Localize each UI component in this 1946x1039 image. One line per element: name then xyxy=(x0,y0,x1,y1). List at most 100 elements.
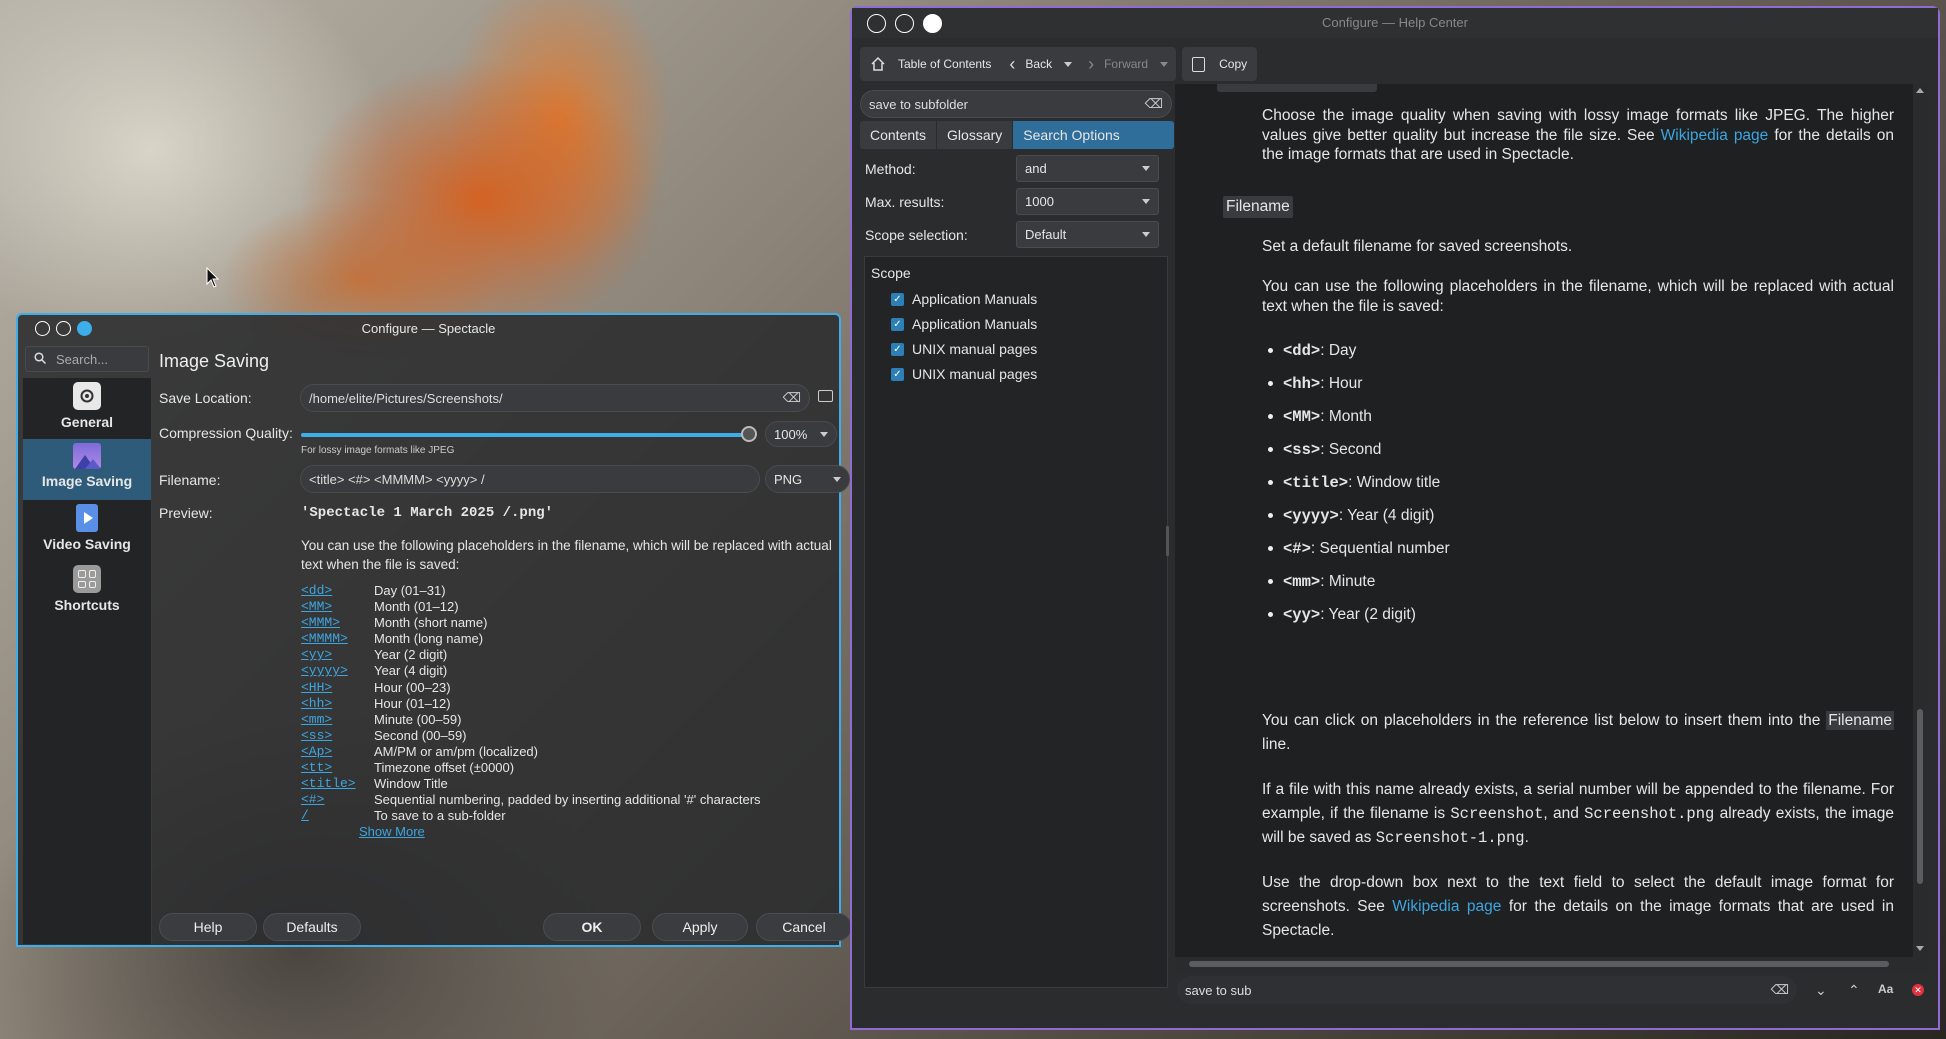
scroll-up-arrow-icon[interactable] xyxy=(1916,88,1924,93)
placeholder-row[interactable]: <#> Sequential numbering, padded by inser… xyxy=(301,792,846,808)
splitter-handle[interactable] xyxy=(1166,526,1169,556)
clear-icon[interactable]: ⌫ xyxy=(783,390,801,406)
tab-contents[interactable]: Contents xyxy=(860,121,938,149)
scope-item[interactable]: ✓ Application Manuals xyxy=(891,316,1037,332)
placeholder-key-link[interactable]: <MMM> xyxy=(301,615,374,631)
placeholder-key-link[interactable]: <yyyy> xyxy=(301,663,374,679)
filename-field[interactable]: <title> <#> <MMMM> <yyyy> / xyxy=(300,465,760,493)
scope-item[interactable]: ✓ UNIX manual pages xyxy=(891,341,1037,357)
minimize-window-button[interactable] xyxy=(56,320,71,336)
match-case-icon[interactable]: Aa xyxy=(1878,982,1893,996)
placeholder-key-link[interactable]: <mm> xyxy=(301,712,374,728)
settings-search-field[interactable]: Search... xyxy=(25,346,149,372)
wikipedia-link[interactable]: Wikipedia page xyxy=(1392,898,1501,915)
scroll-down-arrow-icon[interactable] xyxy=(1916,946,1924,951)
placeholder-key-link[interactable]: <ss> xyxy=(301,728,374,744)
max-results-select[interactable]: 1000 xyxy=(1016,188,1159,215)
scope-item[interactable]: ✓ UNIX manual pages xyxy=(891,366,1037,382)
placeholder-key-link[interactable]: <tt> xyxy=(301,760,374,776)
defaults-button[interactable]: Defaults xyxy=(263,913,361,941)
format-select[interactable]: PNG xyxy=(765,465,850,493)
list-item: <yy>: Year (2 digit) xyxy=(1268,598,1450,631)
forward-button[interactable]: › Forward xyxy=(1080,47,1177,81)
sidebar-item-shortcuts[interactable]: Shortcuts xyxy=(23,561,151,622)
sidebar-item-image-saving[interactable]: Image Saving xyxy=(23,439,151,500)
find-next-icon[interactable]: ⌄ xyxy=(1815,982,1827,999)
table-of-contents-button[interactable]: Table of Contents xyxy=(860,47,1002,81)
bullet-icon xyxy=(1268,546,1273,551)
save-location-field[interactable]: /home/elite/Pictures/Screenshots/ ⌫ xyxy=(300,384,810,412)
horizontal-scrollbar[interactable] xyxy=(1175,957,1913,971)
placeholder-row[interactable]: / To save to a sub-folder xyxy=(301,808,846,824)
placeholder-key-link[interactable]: <HH> xyxy=(301,680,374,696)
spectacle-titlebar[interactable]: Configure — Spectacle xyxy=(18,315,839,341)
scope-selection-select[interactable]: Default xyxy=(1016,221,1159,248)
scope-item[interactable]: ✓ Application Manuals xyxy=(891,291,1037,307)
checkbox-checked-icon[interactable]: ✓ xyxy=(891,292,904,306)
tab-search-options[interactable]: Search Options xyxy=(1013,121,1174,149)
back-label: Back xyxy=(1025,57,1053,71)
placeholder-row[interactable]: <HH> Hour (00–23) xyxy=(301,680,846,696)
back-button[interactable]: ‹ Back xyxy=(1001,47,1081,81)
wikipedia-link[interactable]: Wikipedia page xyxy=(1661,127,1769,144)
placeholder-key-link[interactable]: <dd> xyxy=(301,583,374,599)
checkbox-checked-icon[interactable]: ✓ xyxy=(891,317,904,331)
vertical-scrollbar-thumb[interactable] xyxy=(1917,709,1923,884)
clear-icon[interactable]: ⌫ xyxy=(1145,96,1163,112)
placeholder-row[interactable]: <yyyy> Year (4 digit) xyxy=(301,663,846,679)
show-more-link[interactable]: Show More xyxy=(359,824,425,840)
find-bar-field[interactable]: save to sub ⌫ xyxy=(1177,976,1797,1004)
close-window-button[interactable] xyxy=(867,13,886,33)
content-top-cutoff xyxy=(1217,84,1377,92)
placeholder-key-link[interactable]: <MM> xyxy=(301,599,374,615)
placeholder-key-link[interactable]: <title> xyxy=(301,776,374,792)
placeholder-row[interactable]: <mm> Minute (00–59) xyxy=(301,712,846,728)
placeholder-key-link[interactable]: / xyxy=(301,808,374,824)
copy-button[interactable]: Copy xyxy=(1182,47,1258,81)
cancel-button[interactable]: Cancel xyxy=(756,913,852,941)
maximize-window-button[interactable] xyxy=(77,320,92,336)
minimize-window-button[interactable] xyxy=(895,13,914,33)
horizontal-scrollbar-thumb[interactable] xyxy=(1189,961,1889,967)
placeholder-row[interactable]: <MM> Month (01–12) xyxy=(301,599,846,615)
checkbox-checked-icon[interactable]: ✓ xyxy=(891,367,904,381)
placeholder-row[interactable]: <Ap> AM/PM or am/pm (localized) xyxy=(301,744,846,760)
help-button[interactable]: Help xyxy=(159,913,257,941)
placeholder-row[interactable]: <MMM> Month (short name) xyxy=(301,615,846,631)
compression-slider[interactable] xyxy=(301,433,753,437)
placeholder-row[interactable]: <dd> Day (01–31) xyxy=(301,583,846,599)
placeholder-key-link[interactable]: <MMMM> xyxy=(301,631,374,647)
placeholder-key-link[interactable]: <yy> xyxy=(301,647,374,663)
clear-icon[interactable]: ⌫ xyxy=(1771,982,1789,998)
method-select[interactable]: and xyxy=(1016,155,1159,182)
placeholder-key-link[interactable]: <hh> xyxy=(301,696,374,712)
placeholder-row[interactable]: <ss> Second (00–59) xyxy=(301,728,846,744)
maximize-window-button[interactable] xyxy=(923,13,942,33)
find-previous-icon[interactable]: ⌃ xyxy=(1848,982,1860,999)
placeholder-key-link[interactable]: <#> xyxy=(301,792,374,808)
tab-glossary[interactable]: Glossary xyxy=(937,121,1014,149)
placeholder-key-link[interactable]: <Ap> xyxy=(301,744,374,760)
help-center-titlebar[interactable]: Configure — Help Center xyxy=(852,8,1938,38)
preview-value: 'Spectacle 1 March 2025 /.png' xyxy=(301,505,554,521)
placeholder-row[interactable]: <tt> Timezone offset (±0000) xyxy=(301,760,846,776)
close-find-bar-icon[interactable]: ✕ xyxy=(1912,984,1924,996)
placeholder-row[interactable]: <hh> Hour (01–12) xyxy=(301,696,846,712)
show-more-row[interactable]: Show More xyxy=(301,824,846,840)
folder-icon[interactable] xyxy=(818,390,833,402)
help-paragraph: Choose the image quality when saving wit… xyxy=(1262,106,1894,165)
sidebar-item-video-saving[interactable]: Video Saving xyxy=(23,500,151,561)
sidebar-item-label: Shortcuts xyxy=(54,597,120,613)
sidebar-item-general[interactable]: General xyxy=(23,378,151,439)
apply-button[interactable]: Apply xyxy=(652,913,748,941)
compression-value-spinbox[interactable]: 100% xyxy=(765,421,837,447)
placeholder-row[interactable]: <title> Window Title xyxy=(301,776,846,792)
ok-button[interactable]: OK xyxy=(543,913,641,941)
help-search-field[interactable]: save to subfolder ⌫ xyxy=(860,90,1172,118)
compression-slider-handle[interactable] xyxy=(741,426,757,442)
vertical-scrollbar[interactable] xyxy=(1913,84,1927,971)
close-window-button[interactable] xyxy=(35,320,50,336)
placeholder-row[interactable]: <MMMM> Month (long name) xyxy=(301,631,846,647)
placeholder-row[interactable]: <yy> Year (2 digit) xyxy=(301,647,846,663)
checkbox-checked-icon[interactable]: ✓ xyxy=(891,342,904,356)
